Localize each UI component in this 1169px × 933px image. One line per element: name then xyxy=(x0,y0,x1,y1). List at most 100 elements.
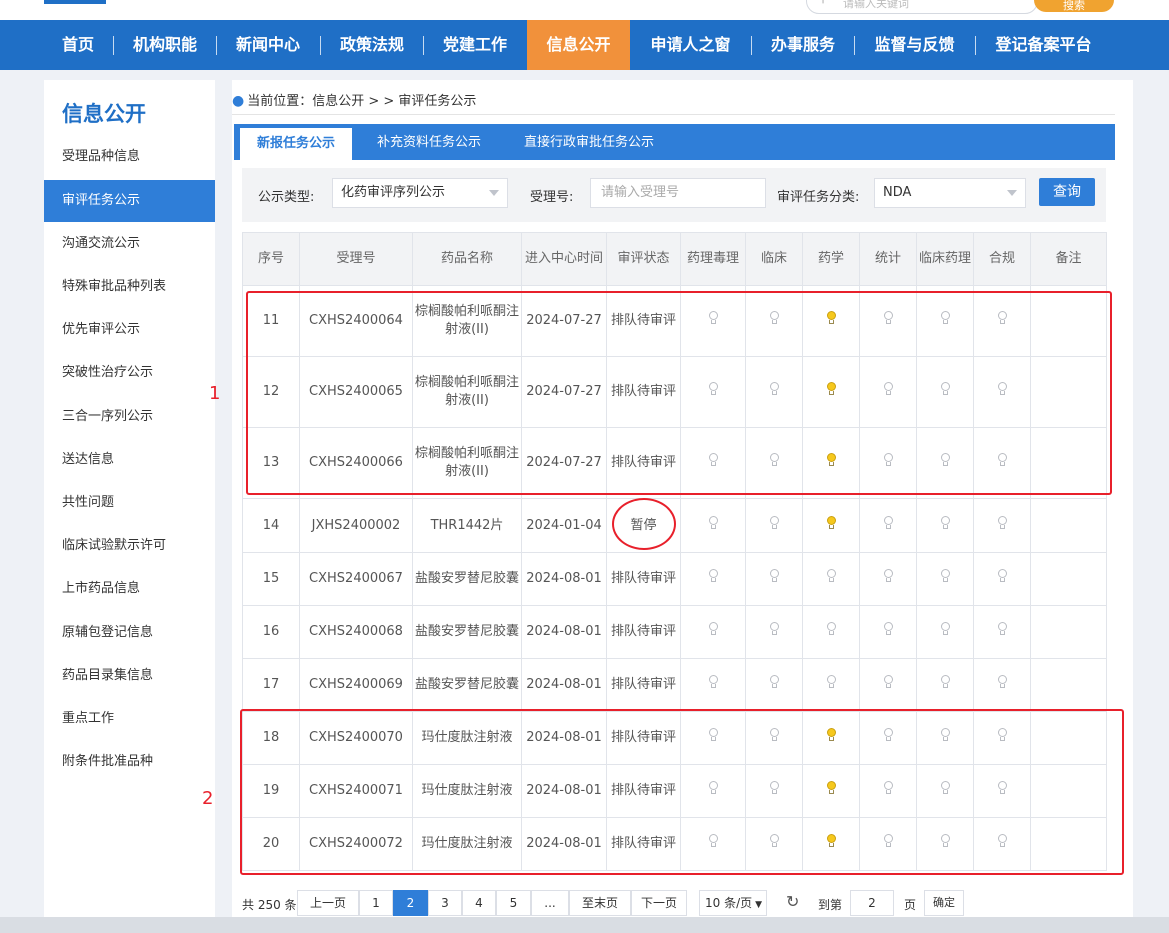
page-size-select[interactable]: 10 条/页 ▼ xyxy=(699,890,767,916)
sidebar-item-breakthrough[interactable]: 突破性治疗公示 xyxy=(44,352,215,394)
site-search-button[interactable]: 搜索 xyxy=(1034,0,1114,12)
lightbulb-off-icon xyxy=(708,622,718,636)
chevron-down-icon xyxy=(1007,190,1017,196)
accept-no-input[interactable]: 请输入受理号 xyxy=(590,178,766,208)
drug-name: 盐酸安罗替尼胶囊 xyxy=(412,605,522,659)
lightbulb-off-icon xyxy=(883,515,893,530)
status-cell-clinical xyxy=(745,498,803,553)
col-header-clin-pharm: 临床药理 xyxy=(916,232,974,286)
lightbulb-off-icon xyxy=(769,622,779,636)
main-nav: 首页 机构职能 新闻中心 政策法规 党建工作 信息公开 申请人之窗 办事服务 监… xyxy=(0,20,1169,70)
row-no: 15 xyxy=(242,552,300,606)
status-cell-compliance xyxy=(973,605,1031,659)
lightbulb-off-icon xyxy=(997,675,1007,689)
page-size-value: 10 条/页 xyxy=(705,896,753,910)
divider xyxy=(232,114,1115,115)
filter-bar: 公示类型: 化药审评序列公示 受理号: 请输入受理号 审评任务分类: NDA 查… xyxy=(242,168,1106,222)
page-button-3[interactable]: 3 xyxy=(428,890,462,916)
next-page-button[interactable]: 下一页 xyxy=(631,890,687,916)
page-button-1[interactable]: 1 xyxy=(359,890,393,916)
accept-no: JXHS2400002 xyxy=(299,498,413,553)
prev-page-button[interactable]: 上一页 xyxy=(297,890,359,916)
table-row: 17 CXHS2400069 盐酸安罗替尼胶囊 2024-08-01 排队待审评 xyxy=(242,658,1107,712)
status-cell-pharmacy xyxy=(802,552,860,606)
col-header-no: 序号 xyxy=(242,232,300,286)
tab-direct-approval-tasks[interactable]: 直接行政审批任务公示 xyxy=(514,124,664,160)
goto-confirm-button[interactable]: 确定 xyxy=(924,890,964,916)
lightbulb-off-icon xyxy=(769,675,779,689)
site-logo[interactable] xyxy=(44,0,106,4)
goto-page-input[interactable]: 2 xyxy=(850,890,894,916)
refresh-icon[interactable]: ↻ xyxy=(786,892,799,911)
lightbulb-off-icon xyxy=(769,569,779,583)
sidebar-item-three-in-one[interactable]: 三合一序列公示 xyxy=(44,396,215,438)
sidebar-item-clinical-trial[interactable]: 临床试验默示许可 xyxy=(44,525,215,567)
nav-item-feedback[interactable]: 监督与反馈 xyxy=(871,20,958,70)
status-cell-pharm-tox xyxy=(680,658,746,712)
last-page-button[interactable]: 至末页 xyxy=(569,890,631,916)
drug-name: 盐酸安罗替尼胶囊 xyxy=(412,552,522,606)
site-search-input[interactable]: ⚲ 请输入关键词 xyxy=(806,0,1038,14)
sidebar-item-delivery[interactable]: 送达信息 xyxy=(44,439,215,481)
sidebar-item-conditional[interactable]: 附条件批准品种 xyxy=(44,741,215,783)
status-cell-pharmacy xyxy=(802,605,860,659)
nav-item-party[interactable]: 党建工作 xyxy=(440,20,510,70)
query-button[interactable]: 查询 xyxy=(1039,178,1095,206)
status-cell-compliance xyxy=(973,498,1031,553)
lightbulb-off-icon xyxy=(883,622,893,636)
accept-no: CXHS2400068 xyxy=(299,605,413,659)
col-header-pharmacy: 药学 xyxy=(802,232,860,286)
sidebar-item-drug-catalog[interactable]: 药品目录集信息 xyxy=(44,655,215,697)
nav-item-registration[interactable]: 登记备案平台 xyxy=(992,20,1095,70)
location-pin-icon: ● xyxy=(232,93,245,109)
lightbulb-off-icon xyxy=(940,675,950,689)
nav-item-applicant[interactable]: 申请人之窗 xyxy=(647,20,734,70)
sidebar-item-special-approval[interactable]: 特殊审批品种列表 xyxy=(44,266,215,308)
nav-separator xyxy=(975,36,976,55)
tab-bar: 新报任务公示 补充资料任务公示 直接行政审批任务公示 xyxy=(234,124,1115,160)
lightbulb-off-icon xyxy=(826,569,836,583)
entry-date: 2024-08-01 xyxy=(521,552,607,606)
sidebar-item-key-work[interactable]: 重点工作 xyxy=(44,698,215,740)
col-header-date: 进入中心时间 xyxy=(521,232,607,286)
page-button-4[interactable]: 4 xyxy=(462,890,496,916)
sidebar: 信息公开 受理品种信息 审评任务公示 沟通交流公示 特殊审批品种列表 优先审评公… xyxy=(44,80,215,933)
accept-no: CXHS2400069 xyxy=(299,658,413,712)
nav-item-policy[interactable]: 政策法规 xyxy=(337,20,407,70)
note-cell xyxy=(1030,605,1107,659)
row-no: 16 xyxy=(242,605,300,659)
tab-new-tasks[interactable]: 新报任务公示 xyxy=(240,128,352,160)
lightbulb-off-icon xyxy=(883,675,893,689)
status-cell-statistics xyxy=(859,498,917,553)
breadcrumb-prefix: 当前位置： xyxy=(247,94,313,109)
sidebar-item-common-issues[interactable]: 共性问题 xyxy=(44,482,215,524)
sidebar-item-accepted-varieties[interactable]: 受理品种信息 xyxy=(44,136,215,178)
nav-item-home[interactable]: 首页 xyxy=(60,20,96,70)
review-status: 排队待审评 xyxy=(606,552,681,606)
sidebar-item-review-tasks[interactable]: 审评任务公示 xyxy=(44,180,215,222)
sidebar-item-excipient[interactable]: 原辅包登记信息 xyxy=(44,612,215,654)
nav-item-organization[interactable]: 机构职能 xyxy=(130,20,200,70)
breadcrumb: ● 当前位置：信息公开 > > 审评任务公示 xyxy=(232,90,476,109)
lightbulb-off-icon xyxy=(997,622,1007,636)
annotation-circle-paused xyxy=(612,498,676,550)
nav-item-info-disclosure[interactable]: 信息公开 xyxy=(527,20,630,70)
page-button-2[interactable]: 2 xyxy=(393,890,428,916)
note-cell xyxy=(1030,498,1107,553)
tab-supplement-tasks[interactable]: 补充资料任务公示 xyxy=(366,124,492,160)
status-cell-clin-pharm xyxy=(916,552,974,606)
drug-name: 盐酸安罗替尼胶囊 xyxy=(412,658,522,712)
col-header-compliance: 合规 xyxy=(973,232,1031,286)
nav-item-services[interactable]: 办事服务 xyxy=(768,20,838,70)
col-header-status: 审评状态 xyxy=(606,232,681,286)
type-select[interactable]: 化药审评序列公示 xyxy=(332,178,508,208)
sidebar-item-priority-review[interactable]: 优先审评公示 xyxy=(44,309,215,351)
task-category-select[interactable]: NDA xyxy=(874,178,1026,208)
lightbulb-off-icon xyxy=(940,569,950,583)
sidebar-item-marketed-drugs[interactable]: 上市药品信息 xyxy=(44,568,215,610)
nav-item-news[interactable]: 新闻中心 xyxy=(233,20,303,70)
sidebar-item-communication[interactable]: 沟通交流公示 xyxy=(44,223,215,265)
breadcrumb-path[interactable]: 信息公开 > > 审评任务公示 xyxy=(312,94,476,109)
page-button-5[interactable]: 5 xyxy=(496,890,531,916)
type-select-value: 化药审评序列公示 xyxy=(341,185,446,200)
